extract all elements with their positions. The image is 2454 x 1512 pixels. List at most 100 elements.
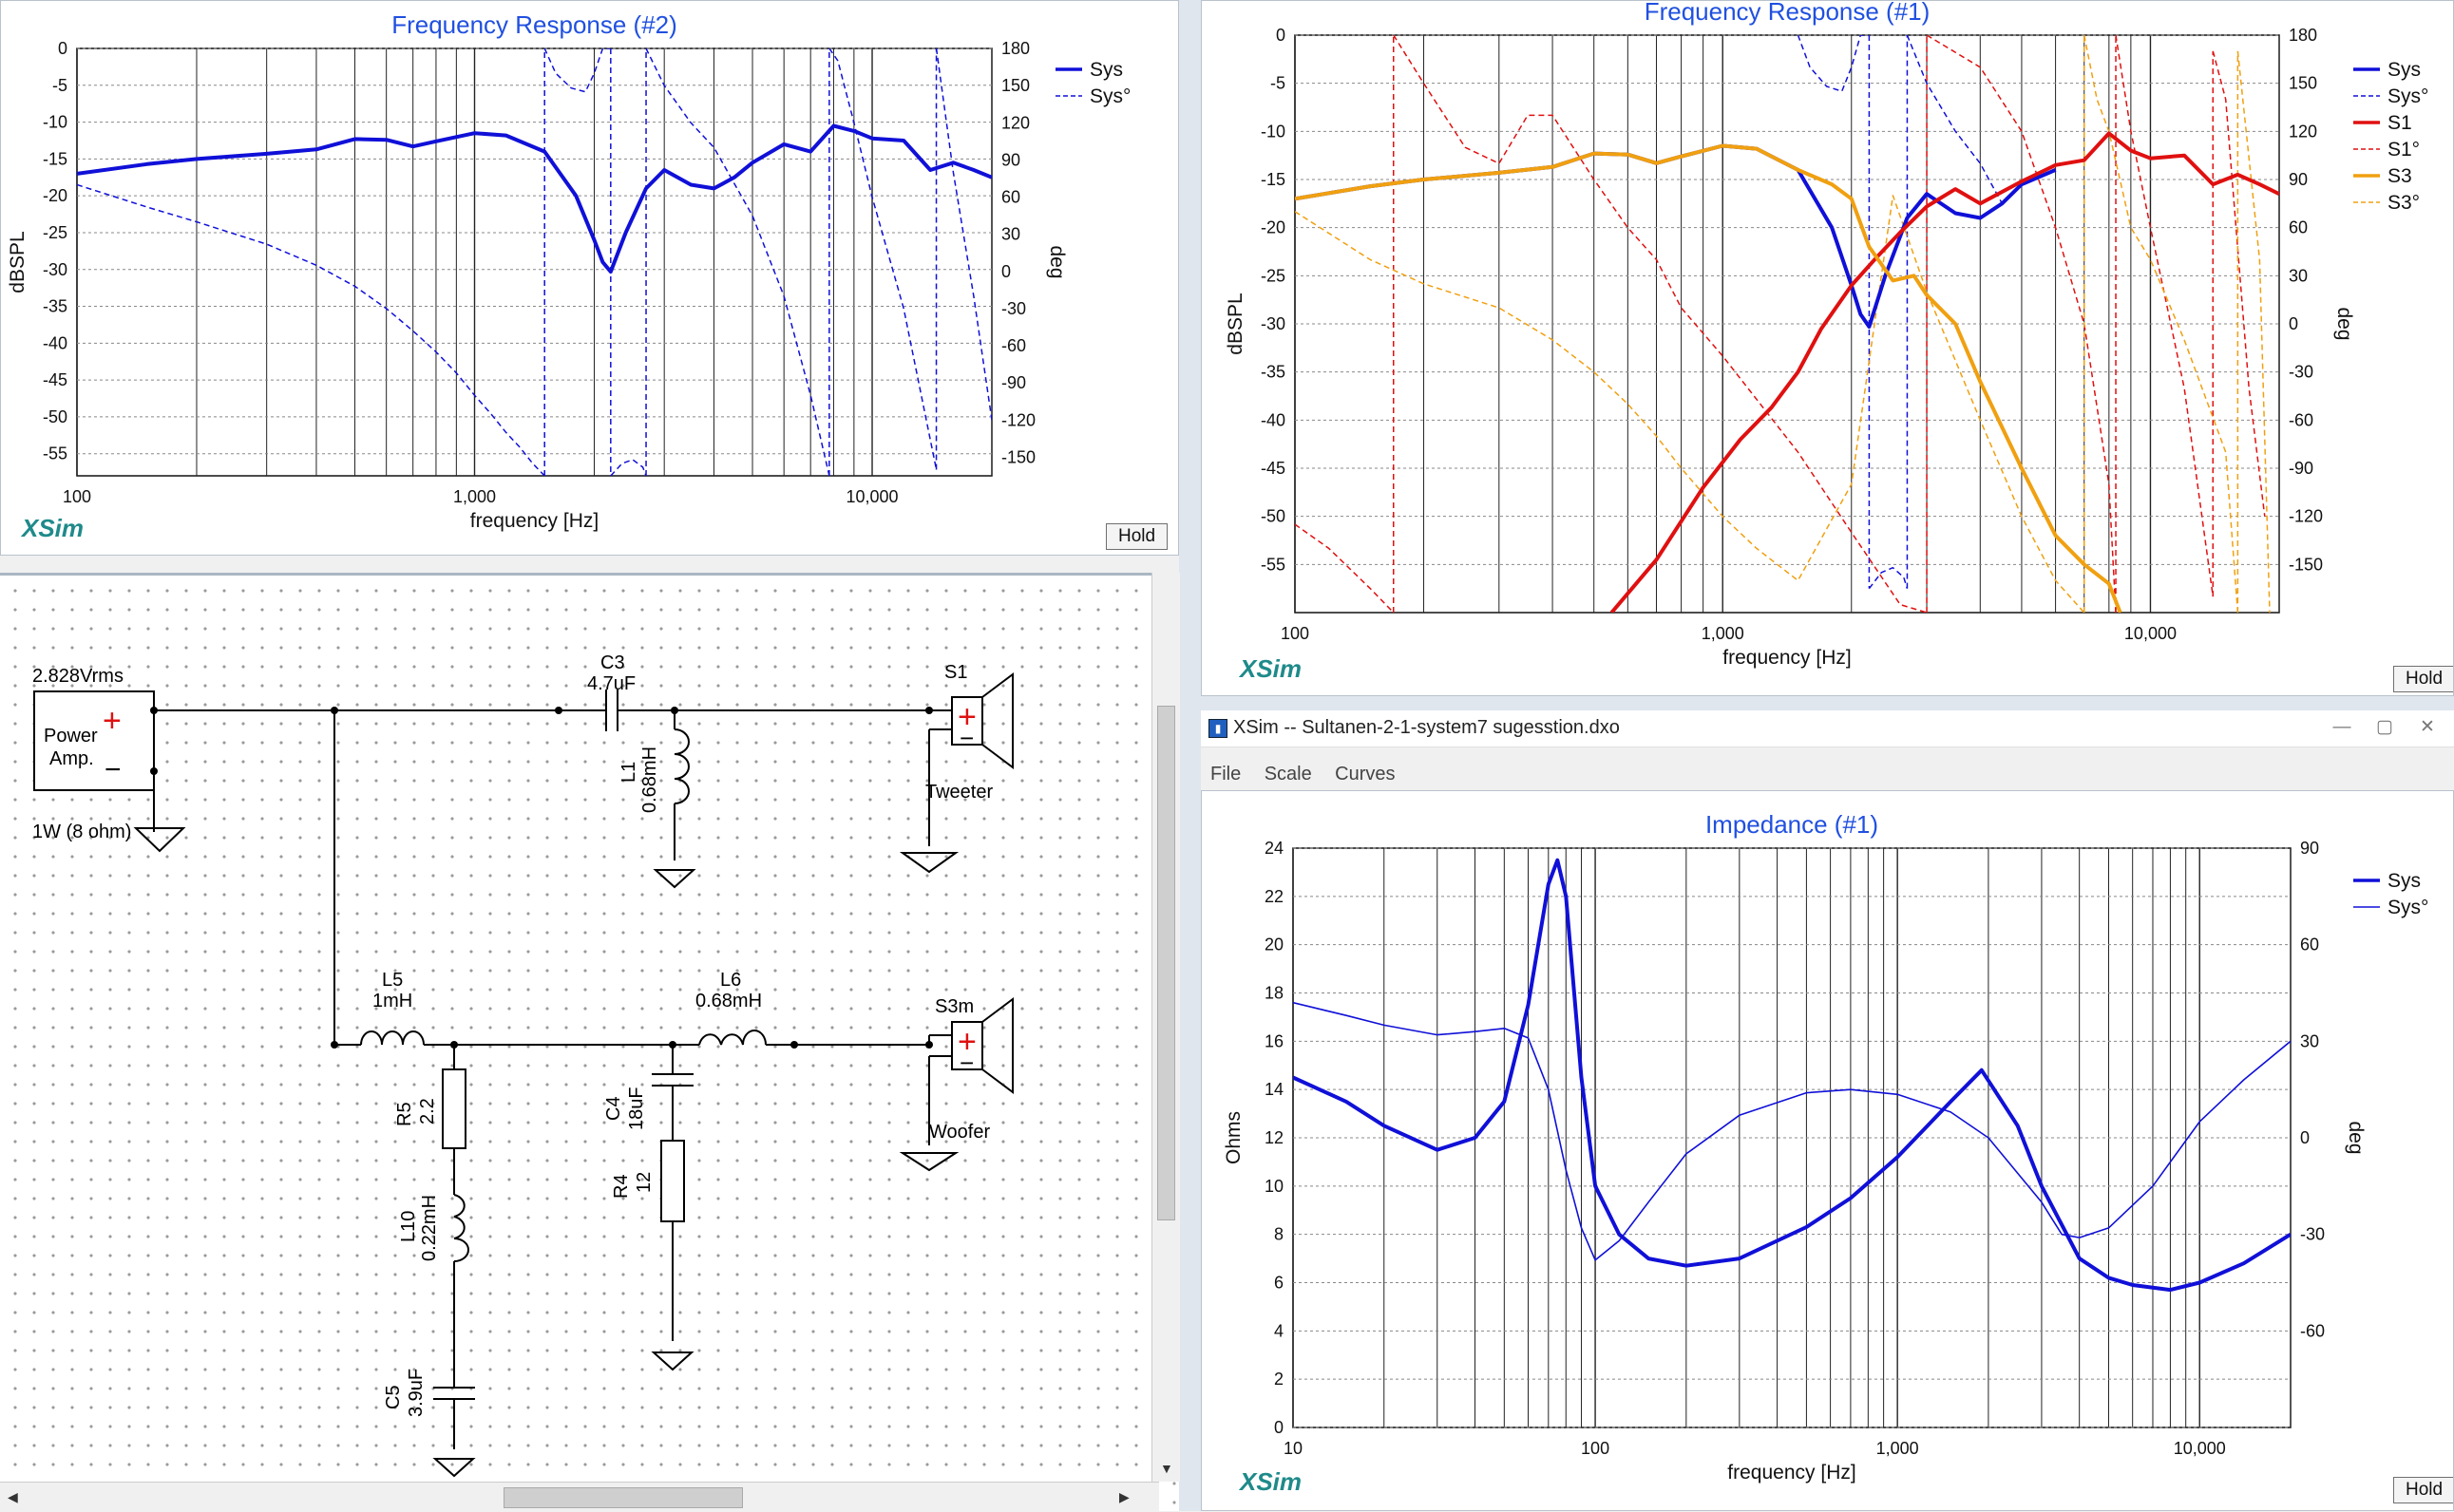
y2-tick-label: 120 <box>1001 113 1030 132</box>
junction-dot <box>555 707 562 714</box>
legend-label: Sys <box>2387 59 2421 81</box>
y2-axis-label: deg <box>2345 1121 2367 1154</box>
c4-ref: C4 <box>603 1096 624 1121</box>
menu-scale[interactable]: Scale <box>1255 758 1322 791</box>
y2-tick-label: 0 <box>2289 314 2298 333</box>
impedance-pane: 24 22 20 18 16 14 12 10 8 6 4 2 0 90 60 30 0 -30 -60 10 100 1… <box>1201 790 2454 1511</box>
schematic-pane[interactable]: 2.828Vrms Power Amp. 1W (8 ohm) + − C3 4… <box>0 573 1179 1511</box>
legend-label: Sys <box>1090 59 1123 81</box>
horizontal-scroll-thumb[interactable] <box>504 1487 743 1508</box>
y2-tick-label: -150 <box>1001 447 1036 466</box>
window-title: XSim -- Sultanen-2-1-system7 sugesstion.… <box>1233 717 1620 738</box>
y2-tick-label: 120 <box>2289 122 2317 141</box>
y-tick-label: 18 <box>1265 984 1284 1003</box>
resistor-r5[interactable] <box>442 1068 466 1149</box>
y2-tick-label: 150 <box>2289 74 2317 93</box>
x-tick-label: 100 <box>1281 624 1309 643</box>
chart-title: Frequency Response (#1) <box>1645 1 1931 26</box>
menu-file[interactable]: File <box>1201 758 1250 791</box>
speaker-minus-sign: − <box>960 724 974 752</box>
y2-tick-label: -30 <box>2289 363 2313 382</box>
y2-tick-label: -60 <box>2300 1321 2325 1340</box>
window-splitter-horizontal[interactable] <box>1201 696 2454 710</box>
y-tick-label: -55 <box>43 444 67 463</box>
y-tick-label: -15 <box>43 149 67 168</box>
minimize-icon[interactable]: — <box>2325 716 2359 739</box>
junction-dot <box>150 707 158 714</box>
y-tick-label: -40 <box>43 333 67 352</box>
y-tick-label: -20 <box>1261 218 1285 237</box>
y-tick-label: -10 <box>1261 122 1285 141</box>
scroll-left-icon[interactable]: ◀ <box>8 1489 18 1505</box>
frequency-response-2-chart[interactable]: 0 -5 -10 -15 -20 -25 -30 -35 -40 -45 -50 -55 180 150 1… <box>1 1 1179 556</box>
vertical-scrollbar[interactable]: ▼ <box>1151 573 1180 1482</box>
l6-value: 0.68mH <box>695 991 762 1011</box>
y2-tick-label: -60 <box>2289 410 2313 429</box>
xsim-brand: XSim <box>1240 1467 1303 1496</box>
c5-value: 3.9uF <box>406 1369 427 1417</box>
y2-tick-label: 60 <box>2300 936 2319 954</box>
y2-tick-label: 180 <box>2289 26 2317 45</box>
hold-button[interactable]: Hold <box>2393 666 2453 692</box>
y-tick-label: -5 <box>52 76 67 95</box>
junction-dot <box>450 1041 458 1049</box>
window-splitter-vertical[interactable] <box>1179 0 1201 1511</box>
y2-tick-label: -90 <box>1001 373 1026 392</box>
y-tick-label: 14 <box>1265 1080 1284 1099</box>
y-axis-label: dBSPL <box>7 231 29 293</box>
plot-area <box>76 47 993 477</box>
y-tick-label: -5 <box>1270 74 1285 93</box>
y2-tick-label: 60 <box>2289 218 2308 237</box>
l1-value: 0.68mH <box>639 747 660 813</box>
y-tick-label: 12 <box>1265 1128 1284 1147</box>
source-name-label: Power <box>44 726 98 747</box>
legend-label: Sys <box>2387 870 2421 892</box>
x-tick-label: 10 <box>1284 1439 1303 1458</box>
y-tick-label: 6 <box>1274 1274 1284 1293</box>
vertical-scroll-thumb[interactable] <box>1157 706 1175 1220</box>
hold-button[interactable]: Hold <box>2393 1477 2453 1503</box>
y-tick-label: -30 <box>43 260 67 279</box>
xsim-brand: XSim <box>1240 654 1303 683</box>
scroll-down-icon[interactable]: ▼ <box>1160 1461 1173 1476</box>
y-axis-label: dBSPL <box>1225 293 1246 354</box>
y2-tick-label: 0 <box>1001 262 1011 281</box>
c4-value: 18uF <box>626 1087 647 1130</box>
y-tick-label: 4 <box>1274 1321 1284 1340</box>
y-tick-label: -45 <box>43 370 67 389</box>
y2-tick-label: 60 <box>1001 188 1020 207</box>
y-tick-label: 2 <box>1274 1370 1284 1389</box>
crossover-schematic[interactable]: 2.828Vrms Power Amp. 1W (8 ohm) + − C3 4… <box>0 576 1151 1484</box>
s1-label: Tweeter <box>925 782 993 803</box>
close-icon[interactable]: ✕ <box>2410 716 2444 739</box>
l10-ref: L10 <box>398 1211 419 1242</box>
horizontal-scrollbar[interactable]: ◀ ▶ <box>0 1482 1159 1512</box>
y-tick-label: 0 <box>58 39 67 58</box>
y-tick-label: 16 <box>1265 1031 1284 1050</box>
l5-ref: L5 <box>382 970 403 991</box>
minus-sign: − <box>105 754 122 785</box>
frequency-response-1-chart[interactable]: 0 -5 -10 -15 -20 -25 -30 -35 -40 -45 -50 -55 180 150 1… <box>1202 1 2454 696</box>
y-tick-label: -45 <box>1261 459 1285 478</box>
capacitor-c5 <box>433 1387 475 1400</box>
hold-button[interactable]: Hold <box>1106 523 1169 550</box>
y-tick-label: -40 <box>1261 410 1285 429</box>
junction-dot <box>331 1041 338 1049</box>
resistor-r4[interactable] <box>660 1140 685 1222</box>
y2-tick-label: -30 <box>1001 299 1026 318</box>
s1-ref: S1 <box>944 662 967 683</box>
menu-curves[interactable]: Curves <box>1325 758 1404 791</box>
y-tick-label: 0 <box>1276 26 1285 45</box>
junction-dot <box>790 1041 798 1049</box>
legend-label: Sys° <box>2387 85 2428 107</box>
menu-bar: File Scale Curves <box>1201 758 2454 790</box>
legend-label: Sys° <box>1090 85 1131 107</box>
maximize-icon[interactable]: ▢ <box>2368 716 2402 739</box>
source-power-label: 1W (8 ohm) <box>32 822 131 842</box>
y-tick-label: -35 <box>1261 363 1285 382</box>
xsim-app-icon: ▮ <box>1208 719 1227 738</box>
capacitor-c3 <box>605 690 618 731</box>
scroll-right-icon[interactable]: ▶ <box>1119 1489 1130 1505</box>
impedance-chart[interactable]: 2422201816141210864209060300-30-6010 100 1… <box>1202 791 2454 1511</box>
window-title-bar[interactable]: ▮ XSim -- Sultanen-2-1-system7 sugesstio… <box>1201 710 2454 747</box>
